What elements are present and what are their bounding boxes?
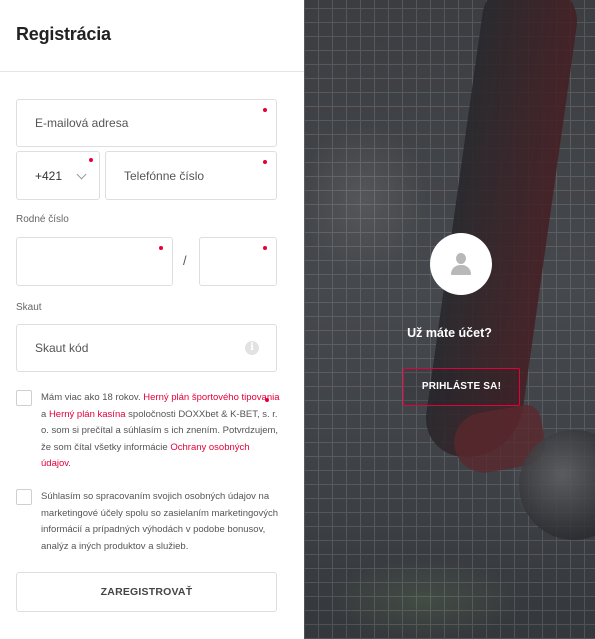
scout-code-field[interactable]: Skaut kód i <box>16 324 277 372</box>
required-marker <box>89 158 93 162</box>
consent-marketing-text: Súhlasím so spracovaním svojich osobných… <box>41 491 279 552</box>
birth-number-first-field[interactable] <box>16 237 173 286</box>
consent-marketing-checkbox[interactable] <box>16 489 32 505</box>
phone-placeholder: Telefónne číslo <box>124 168 205 183</box>
registration-panel: Registrácia E-mailová adresa +421 Telefó… <box>0 0 304 639</box>
required-marker <box>263 160 267 164</box>
birth-number-label: Rodné číslo <box>16 214 69 225</box>
scout-label: Skaut <box>16 302 42 313</box>
required-marker <box>159 246 163 250</box>
chevron-down-icon <box>76 169 87 180</box>
phone-field[interactable]: Telefónne číslo <box>105 151 277 200</box>
email-placeholder: E-mailová adresa <box>35 116 129 130</box>
consent-terms-checkbox[interactable] <box>16 390 32 406</box>
user-icon-head <box>456 253 466 264</box>
consent-text-part: Mám viac ako 18 rokov. <box>41 392 144 403</box>
birth-number-second-field[interactable] <box>199 237 277 286</box>
user-icon <box>430 233 492 295</box>
info-icon[interactable]: i <box>245 341 259 355</box>
page-title: Registrácia <box>16 24 111 44</box>
divider <box>0 71 304 72</box>
login-button[interactable]: PRIHLÁSTE SA! <box>403 368 520 406</box>
scout-code-placeholder: Skaut kód <box>35 341 89 355</box>
consent-terms-text: Mám viac ako 18 rokov. Herný plán športo… <box>41 390 281 473</box>
birth-number-separator: / <box>183 253 187 268</box>
login-side-panel: Už máte účet? PRIHLÁSTE SA! <box>304 0 595 639</box>
phone-prefix-value: +421 <box>35 168 63 183</box>
casino-plan-link[interactable]: Herný plán kasína <box>49 409 126 420</box>
required-marker <box>263 108 267 112</box>
required-marker <box>263 246 267 250</box>
register-button[interactable]: ZAREGISTROVAŤ <box>16 572 277 612</box>
sports-betting-plan-link[interactable]: Herný plán športového tipovania <box>143 392 279 403</box>
consent-text-part: . <box>68 458 71 469</box>
required-marker <box>265 398 269 402</box>
existing-account-question: Už máte účet? <box>407 326 492 340</box>
user-icon-body <box>451 265 471 275</box>
consent-text-part: a <box>41 408 49 420</box>
email-field[interactable]: E-mailová adresa <box>16 99 277 147</box>
phone-prefix-select[interactable]: +421 <box>16 151 100 200</box>
